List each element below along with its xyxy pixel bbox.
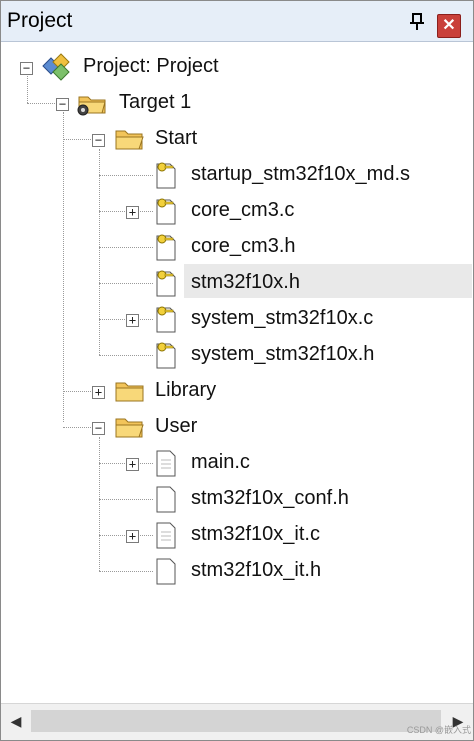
scroll-left-icon[interactable]: ◀ (3, 708, 29, 734)
expand-toggle[interactable]: + (126, 530, 139, 543)
file-key-icon (156, 342, 176, 369)
horizontal-scrollbar[interactable]: ◀ ▶ CSDN @嵌入式 (1, 703, 473, 740)
collapse-toggle[interactable]: − (20, 62, 33, 75)
file-key-icon (156, 162, 176, 189)
folder-open-icon (115, 418, 144, 438)
file-icon (156, 450, 176, 477)
collapse-toggle[interactable]: − (92, 422, 105, 435)
project-tree: − Project: Project − Target 1 − Start st… (1, 42, 473, 704)
panel-title: Project (7, 9, 73, 32)
close-button[interactable]: ✕ (437, 14, 461, 38)
project-icon (42, 53, 70, 81)
expand-toggle[interactable]: + (126, 458, 139, 471)
file-key-icon (156, 234, 176, 261)
file-icon (156, 558, 176, 585)
file-icon (156, 486, 176, 513)
close-icon: ✕ (442, 17, 456, 34)
watermark: CSDN @嵌入式 (406, 725, 471, 735)
file-key-icon (156, 306, 176, 333)
file-key-icon (156, 198, 176, 225)
target-folder-icon (77, 96, 106, 116)
folder-open-icon (115, 130, 144, 150)
expand-toggle[interactable]: + (126, 206, 139, 219)
panel-titlebar: Project ✕ (1, 1, 473, 42)
collapse-toggle[interactable]: − (92, 134, 105, 147)
folder-closed-icon (115, 382, 144, 402)
expand-toggle[interactable]: + (126, 314, 139, 327)
project-panel: Project ✕ − Project: Project − Target 1 … (0, 0, 474, 741)
pin-icon[interactable] (406, 11, 428, 33)
collapse-toggle[interactable]: − (56, 98, 69, 111)
scroll-thumb[interactable] (31, 710, 441, 732)
file-key-icon (156, 270, 176, 297)
file-icon (156, 522, 176, 549)
expand-toggle[interactable]: + (92, 386, 105, 399)
